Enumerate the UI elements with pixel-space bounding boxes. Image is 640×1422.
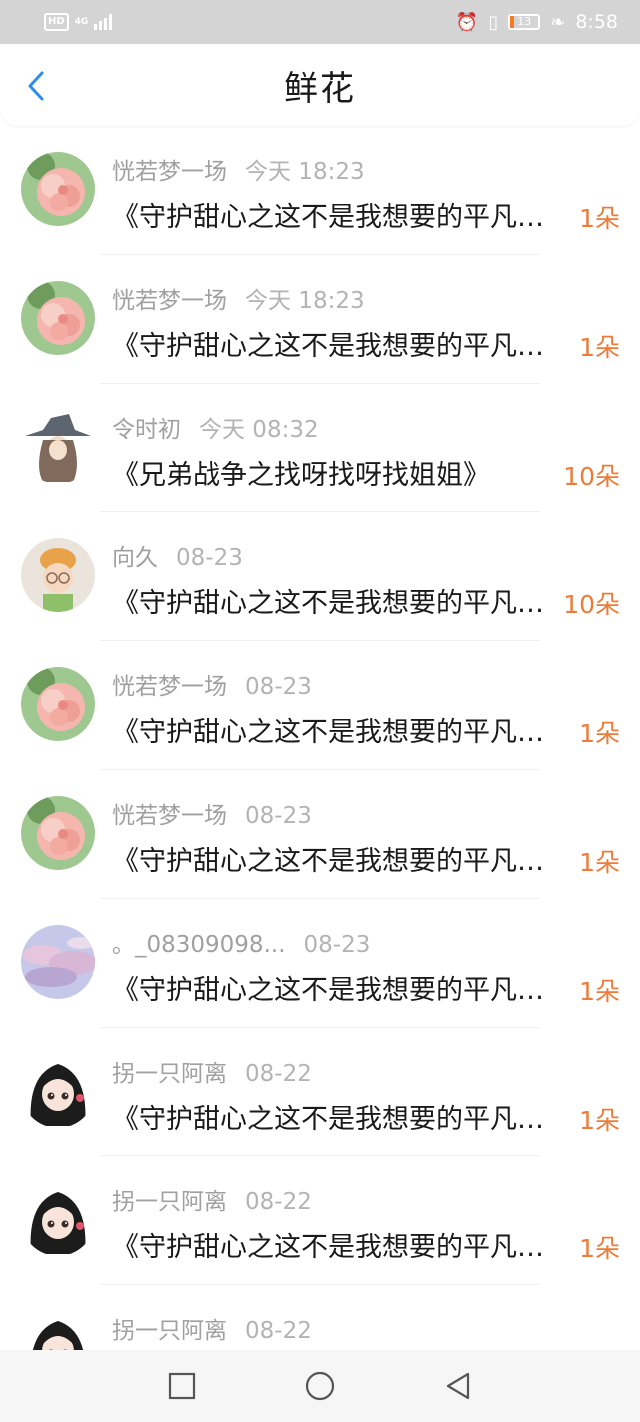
- avatar[interactable]: [21, 1053, 95, 1128]
- timestamp: 今天 18:23: [245, 287, 365, 314]
- home-icon: [305, 1371, 335, 1401]
- sender-name: 向久: [112, 545, 158, 572]
- timestamp: 08-22: [245, 1060, 312, 1087]
- sender-name: 。_08309098...: [112, 931, 286, 958]
- sender-line: 拐一只阿离 08-22: [112, 1054, 312, 1088]
- status-right: ⏰ ▯ 13 ❧ 8:58: [456, 11, 618, 33]
- book-title: 《守护甜心之这不是我想要的平凡生活》: [112, 1103, 567, 1135]
- flower-count: 1朵: [579, 332, 620, 362]
- alarm-icon: ⏰: [455, 11, 479, 33]
- timestamp: 今天 08:32: [199, 416, 319, 443]
- avatar[interactable]: [21, 1182, 95, 1257]
- sender-line: 。_08309098... 08-23: [112, 925, 370, 959]
- book-title: 《兄弟战争之找呀找呀找姐姐》: [112, 459, 490, 491]
- sender-line: 恍若梦一场 今天 18:23: [112, 152, 365, 186]
- recent-apps-icon: [168, 1372, 196, 1400]
- sender-line: 拐一只阿离 08-22: [112, 1311, 312, 1345]
- battery-level: 13: [517, 15, 532, 28]
- timestamp: 08-22: [245, 1189, 312, 1216]
- sender-name: 恍若梦一场: [112, 159, 227, 185]
- sender-line: 向久 08-23: [112, 538, 243, 572]
- timestamp: 08-22: [245, 1318, 312, 1345]
- flower-count: 1朵: [579, 204, 620, 233]
- book-title: 《守护甜心之这不是我想要的平凡生活》: [112, 845, 567, 877]
- list-item[interactable]: 恍若梦一场 08-23 《守护甜心之这不是我想要的平凡生活》 1朵: [0, 770, 640, 899]
- sender-line: 拐一只阿离 08-22: [112, 1182, 312, 1216]
- sender-name: 拐一只阿离: [112, 1189, 227, 1216]
- timestamp: 08-23: [245, 802, 312, 829]
- list-item[interactable]: 恍若梦一场 08-23 《守护甜心之这不是我想要的平凡生活》 1朵: [0, 641, 640, 770]
- home-button[interactable]: [300, 1366, 340, 1406]
- chevron-left-icon: [28, 71, 44, 101]
- list-item[interactable]: 。_08309098... 08-23 《守护甜心之这不是我想要的平凡生活》 1朵: [0, 899, 640, 1028]
- book-title: 《守护甜心之这不是我想要的平凡生活》: [112, 717, 567, 749]
- flower-count: 10朵: [563, 461, 620, 491]
- avatar[interactable]: [21, 409, 95, 484]
- nav-bar: [0, 1350, 640, 1422]
- signal-icon: [94, 14, 113, 30]
- status-left: HD 4G: [44, 13, 113, 31]
- page-title: 鲜花: [284, 68, 356, 109]
- book-title: 《守护甜心之这不是我想要的平凡生活》: [112, 974, 567, 1006]
- avatar[interactable]: [21, 280, 95, 355]
- timestamp: 08-23: [245, 674, 312, 701]
- flower-count: 1朵: [579, 1234, 620, 1264]
- book-title: 《守护甜心之这不是我想要的平凡生活》: [112, 588, 567, 620]
- flower-count: 10朵: [563, 590, 620, 620]
- recent-apps-button[interactable]: [162, 1366, 202, 1406]
- system-back-button[interactable]: [438, 1366, 478, 1406]
- timestamp: 08-23: [176, 545, 243, 572]
- sender-name: 拐一只阿离: [112, 1060, 227, 1087]
- status-bar: HD 4G ⏰ ▯ 13 ❧ 8:58: [0, 0, 640, 44]
- list-item[interactable]: 恍若梦一场 今天 18:23 《守护甜心之这不是我想要的平凡生活》 1朵: [0, 255, 640, 384]
- sender-name: 拐一只阿离: [112, 1318, 227, 1345]
- sender-line: 恍若梦一场 今天 18:23: [112, 281, 365, 315]
- book-title: 《守护甜心之这不是我想要的平凡生活》: [112, 330, 567, 362]
- vibrate-icon: ▯: [488, 11, 499, 33]
- flower-count: 1朵: [579, 1105, 620, 1135]
- hd-badge: HD: [44, 13, 69, 31]
- flower-count: 1朵: [579, 976, 620, 1006]
- sender-line: 恍若梦一场 08-23: [112, 667, 312, 701]
- list-item[interactable]: 向久 08-23 《守护甜心之这不是我想要的平凡生活》 10朵: [0, 512, 640, 642]
- sender-line: 令时初 今天 08:32: [112, 410, 319, 444]
- avatar[interactable]: [21, 667, 95, 742]
- book-title: 《守护甜心之这不是我想要的平凡生活》: [112, 202, 567, 233]
- sender-name: 恍若梦一场: [112, 287, 227, 314]
- avatar[interactable]: [21, 152, 95, 226]
- list-item[interactable]: 恍若梦一场 今天 18:23 《守护甜心之这不是我想要的平凡生活》 1朵: [0, 126, 640, 255]
- header: 鲜花: [0, 44, 640, 126]
- list-item[interactable]: 拐一只阿离 08-22 《守护甜心之这不是我想要的平凡生活》 1朵: [0, 1156, 640, 1286]
- list-item[interactable]: 令时初 今天 08:32 《兄弟战争之找呀找呀找姐姐》 10朵: [0, 384, 640, 513]
- flower-count: 1朵: [579, 847, 620, 877]
- sender-line: 恍若梦一场 08-23: [112, 796, 312, 830]
- battery-icon: 13: [508, 14, 541, 30]
- sender-name: 令时初: [112, 416, 181, 443]
- book-title: 《守护甜心之这不是我想要的平凡生活》: [112, 1232, 567, 1264]
- avatar[interactable]: [21, 795, 95, 870]
- flower-count: 1朵: [579, 719, 620, 749]
- clock: 8:58: [575, 11, 618, 33]
- back-icon: [446, 1372, 470, 1400]
- back-button[interactable]: [18, 66, 54, 106]
- leaf-icon: ❧: [550, 11, 566, 33]
- sender-name: 恍若梦一场: [112, 674, 227, 701]
- sender-name: 恍若梦一场: [112, 802, 227, 829]
- timestamp: 今天 18:23: [245, 159, 365, 185]
- list-item[interactable]: 拐一只阿离 08-22 《守护甜心之这不是我想要的平凡生活》 1朵: [0, 1028, 640, 1157]
- timestamp: 08-23: [303, 931, 371, 958]
- flower-list: 恍若梦一场 今天 18:23 《守护甜心之这不是我想要的平凡生活》 1朵 恍若梦一场 今天…: [0, 126, 640, 1414]
- avatar[interactable]: [21, 538, 95, 613]
- avatar[interactable]: [21, 924, 95, 999]
- network-type: 4G: [74, 16, 89, 27]
